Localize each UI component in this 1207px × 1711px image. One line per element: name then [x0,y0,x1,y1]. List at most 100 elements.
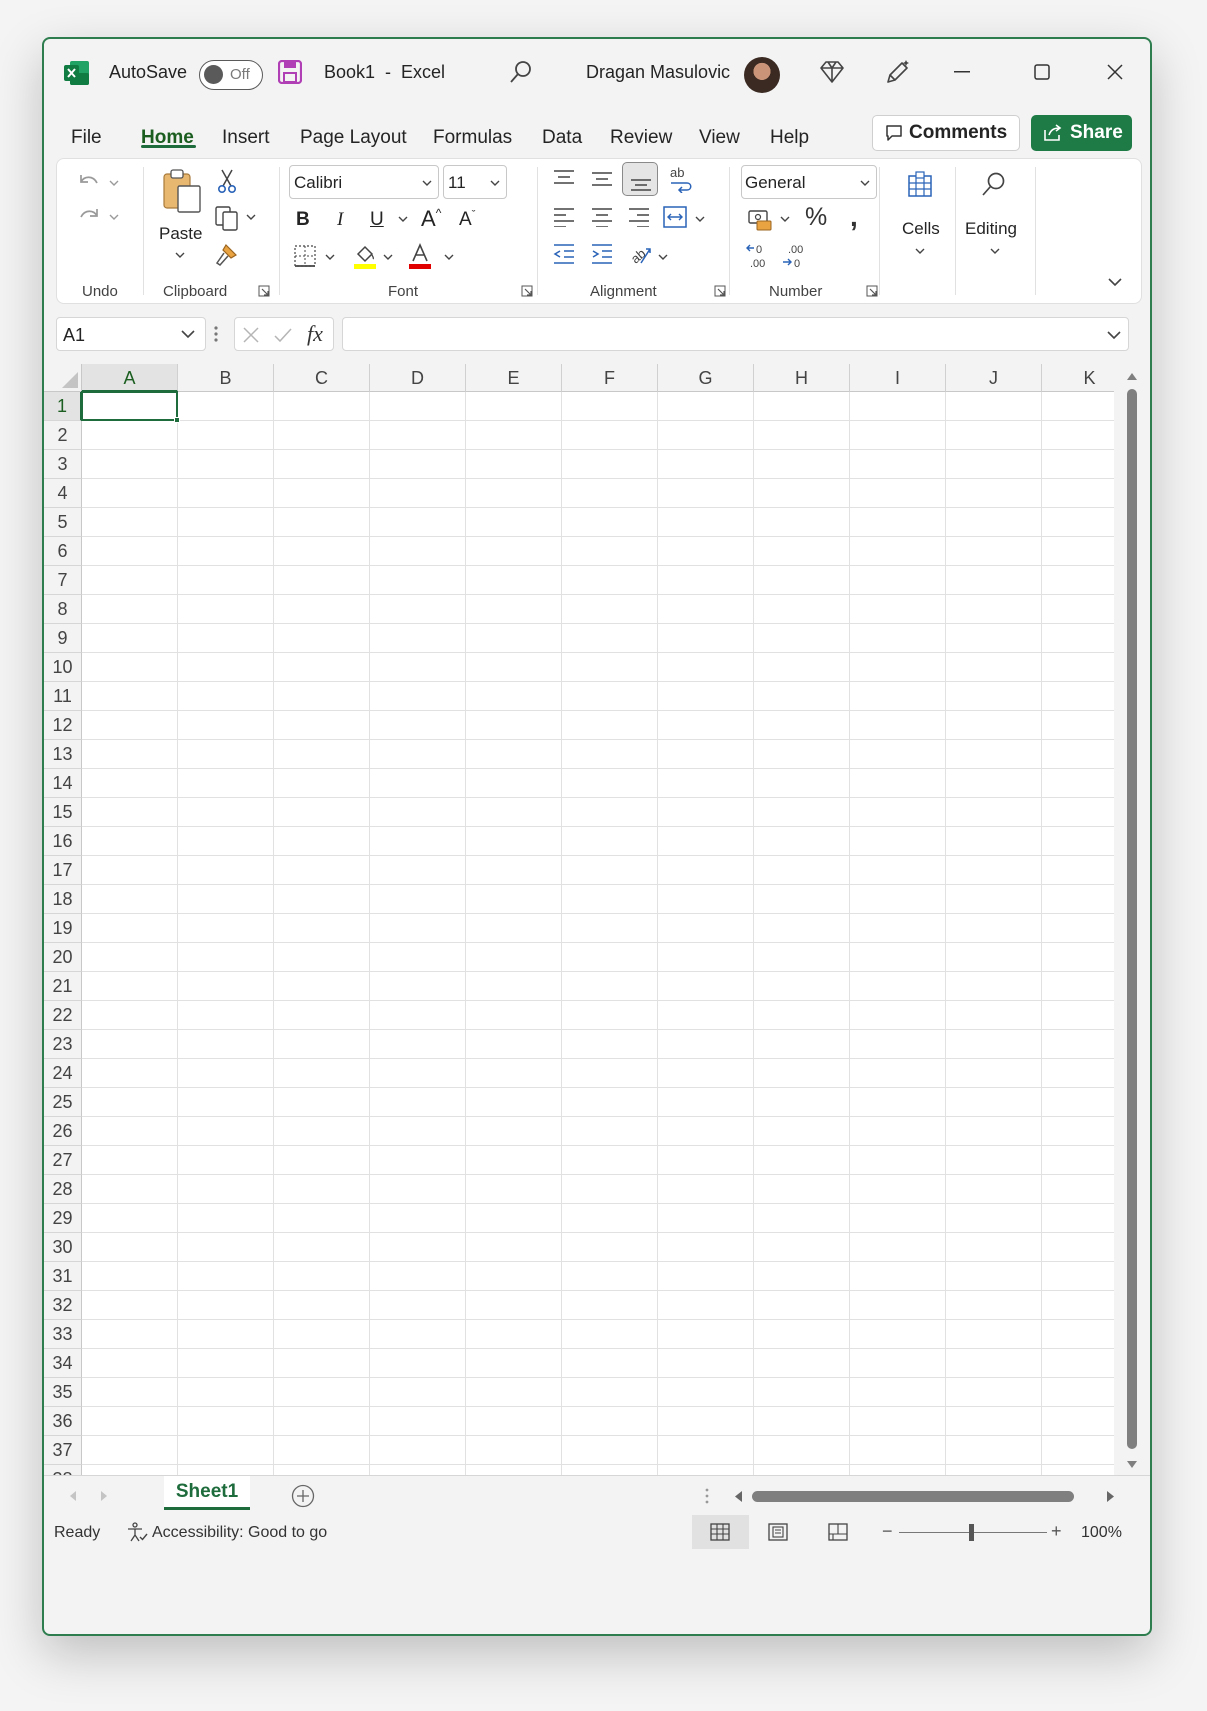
confirm-entry-icon[interactable] [273,326,293,344]
copy-icon[interactable] [214,205,240,231]
row-header-32[interactable]: 32 [44,1291,82,1320]
borders-icon[interactable] [293,244,317,268]
diamond-icon[interactable] [819,59,845,85]
row-header-17[interactable]: 17 [44,856,82,885]
tab-view[interactable]: View [699,127,740,149]
prev-sheet-icon[interactable] [69,1490,77,1502]
tab-formulas[interactable]: Formulas [433,127,512,149]
zoom-level[interactable]: 100% [1081,1524,1122,1542]
editing-dropdown-chevron-icon[interactable] [990,247,1000,255]
row-header-33[interactable]: 33 [44,1320,82,1349]
next-sheet-icon[interactable] [100,1490,108,1502]
paste-icon[interactable] [161,169,203,213]
row-header-9[interactable]: 9 [44,624,82,653]
zoom-out-button[interactable]: − [882,1521,893,1542]
row-header-6[interactable]: 6 [44,537,82,566]
tab-review[interactable]: Review [610,127,672,149]
tab-splitter-icon[interactable] [705,1488,709,1504]
add-sheet-icon[interactable] [291,1484,315,1508]
scroll-up-icon[interactable] [1126,372,1138,381]
tab-page-layout[interactable]: Page Layout [300,127,407,149]
increase-decimal-icon[interactable]: 0.00 [745,243,773,269]
row-header-30[interactable]: 30 [44,1233,82,1262]
row-header-20[interactable]: 20 [44,943,82,972]
underline-dropdown-chevron-icon[interactable] [398,215,408,223]
undo-dropdown-chevron-icon[interactable] [109,179,119,187]
sheet-tab-sheet1[interactable]: Sheet1 [164,1476,250,1510]
spreadsheet-grid[interactable]: A B C D E F G H I J K 1 2 3 4 5 6 7 8 9 10 11 12 13 14 15 16 17 18 19… [44,364,1114,1475]
accounting-dropdown-chevron-icon[interactable] [780,215,790,223]
page-break-view-icon[interactable] [828,1523,848,1541]
redo-icon[interactable] [77,205,101,229]
row-header-5[interactable]: 5 [44,508,82,537]
row-header-18[interactable]: 18 [44,885,82,914]
align-center-icon[interactable] [590,207,614,227]
row-header-10[interactable]: 10 [44,653,82,682]
decrease-font-size-icon[interactable]: Aˇ [459,209,475,231]
font-dialog-launcher-icon[interactable] [521,285,533,297]
undo-icon[interactable] [77,171,101,195]
maximize-icon[interactable] [1034,64,1050,80]
row-header-38[interactable]: 38 [44,1465,82,1475]
font-color-dropdown-chevron-icon[interactable] [444,253,454,261]
row-header-3[interactable]: 3 [44,450,82,479]
format-painter-icon[interactable] [214,241,240,267]
row-header-11[interactable]: 11 [44,682,82,711]
fill-handle[interactable] [174,417,180,423]
column-header-c[interactable]: C [274,364,370,392]
row-header-29[interactable]: 29 [44,1204,82,1233]
insert-function-icon[interactable]: fx [307,321,323,347]
column-header-i[interactable]: I [850,364,946,392]
column-header-b[interactable]: B [178,364,274,392]
row-header-7[interactable]: 7 [44,566,82,595]
column-header-a[interactable]: A [82,364,178,392]
row-header-13[interactable]: 13 [44,740,82,769]
cut-icon[interactable] [216,168,238,194]
paste-dropdown-chevron-icon[interactable] [175,251,185,259]
expand-formula-bar-icon[interactable] [1106,330,1122,340]
scroll-down-icon[interactable] [1126,1460,1138,1469]
row-header-24[interactable]: 24 [44,1059,82,1088]
alignment-dialog-launcher-icon[interactable] [714,285,726,297]
align-bottom-icon[interactable] [622,162,658,196]
wrap-text-icon[interactable]: ab [669,165,695,193]
collapse-ribbon-chevron-icon[interactable] [1107,277,1123,287]
editing-label[interactable]: Editing [965,219,1017,239]
column-header-j[interactable]: J [946,364,1042,392]
scroll-left-icon[interactable] [734,1490,743,1503]
decrease-decimal-icon[interactable]: .00 0 [781,243,809,269]
paste-label[interactable]: Paste [159,224,202,244]
horizontal-scroll-thumb[interactable] [752,1491,1074,1502]
fill-color-icon[interactable] [352,242,378,270]
accessibility-icon[interactable] [126,1521,148,1543]
row-header-26[interactable]: 26 [44,1117,82,1146]
clipboard-dialog-launcher-icon[interactable] [258,285,270,297]
row-header-31[interactable]: 31 [44,1262,82,1291]
tab-file[interactable]: File [71,127,102,149]
percent-style-icon[interactable]: % [805,203,827,232]
fill-color-dropdown-chevron-icon[interactable] [383,253,393,261]
row-header-15[interactable]: 15 [44,798,82,827]
row-header-22[interactable]: 22 [44,1001,82,1030]
zoom-in-button[interactable]: + [1051,1521,1062,1542]
row-header-27[interactable]: 27 [44,1146,82,1175]
row-header-16[interactable]: 16 [44,827,82,856]
row-header-2[interactable]: 2 [44,421,82,450]
align-right-icon[interactable] [627,207,651,227]
borders-dropdown-chevron-icon[interactable] [325,253,335,261]
tab-data[interactable]: Data [542,127,582,149]
accessibility-status[interactable]: Accessibility: Good to go [152,1524,327,1542]
column-header-g[interactable]: G [658,364,754,392]
minimize-icon[interactable] [954,71,970,73]
copy-dropdown-chevron-icon[interactable] [246,213,256,221]
number-dialog-launcher-icon[interactable] [866,285,878,297]
cells-dropdown-chevron-icon[interactable] [915,247,925,255]
autosave-toggle[interactable]: Off [199,60,263,90]
merge-center-icon[interactable] [662,205,688,229]
row-header-19[interactable]: 19 [44,914,82,943]
vertical-scrollbar[interactable] [1114,364,1150,1475]
share-button[interactable]: Share [1031,115,1132,151]
close-icon[interactable] [1107,64,1123,80]
row-header-36[interactable]: 36 [44,1407,82,1436]
column-header-h[interactable]: H [754,364,850,392]
